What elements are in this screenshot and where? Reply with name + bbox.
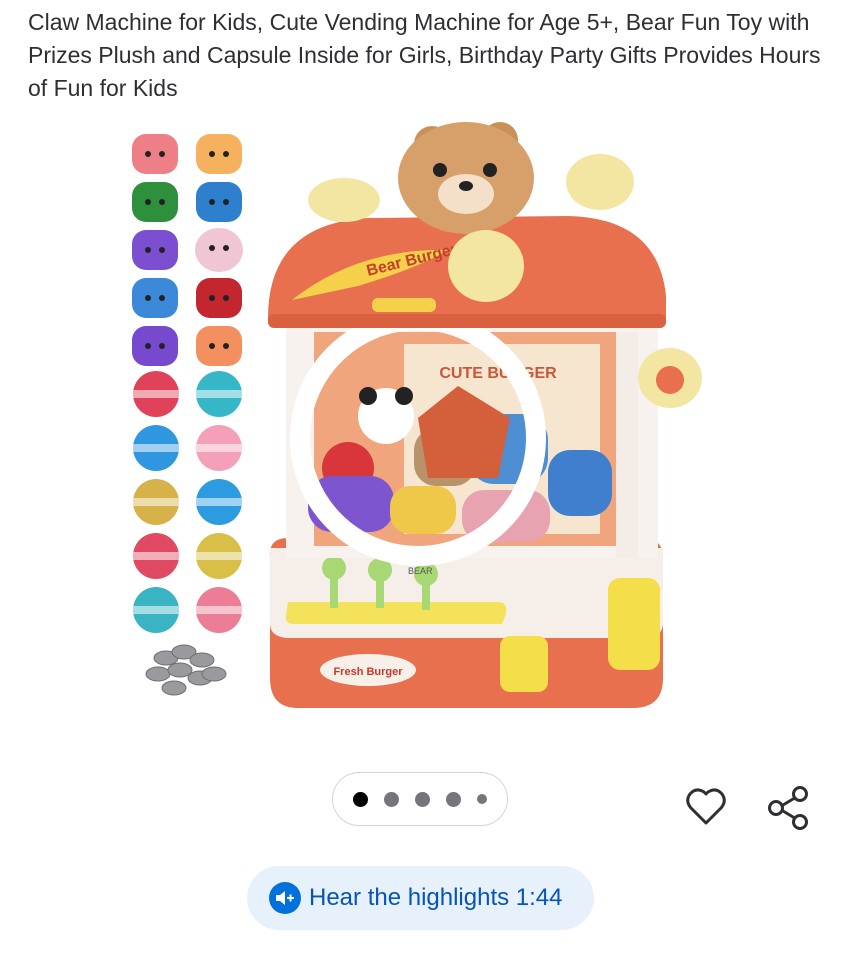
- audio-play-icon: [269, 882, 301, 914]
- base-label: Fresh Burger: [333, 666, 403, 678]
- coins: [145, 644, 227, 696]
- share-icon: [768, 786, 808, 830]
- product-title: Claw Machine for Kids, Cute Vending Mach…: [28, 9, 821, 101]
- image-carousel-indicator[interactable]: [332, 772, 508, 826]
- hear-highlights-button[interactable]: Hear the highlights 1:44: [247, 866, 594, 930]
- product-image[interactable]: Fresh Burger CUTE BURGER Bear Burger BEA…: [118, 118, 728, 730]
- carousel-dot-1[interactable]: [353, 791, 368, 807]
- panel-text: BEAR: [408, 566, 433, 576]
- capsules-column: [133, 371, 242, 633]
- favorite-button[interactable]: [683, 784, 729, 830]
- inner-sign: CUTE BURGER: [439, 365, 557, 382]
- share-button[interactable]: [764, 784, 812, 832]
- carousel-dot-2[interactable]: [384, 791, 399, 807]
- bear-topper: [398, 122, 534, 234]
- heart-outline-icon: [686, 788, 726, 825]
- carousel-dot-4[interactable]: [446, 791, 461, 807]
- claw-machine: Fresh Burger CUTE BURGER Bear Burger BEA…: [268, 122, 702, 708]
- plush-heads-column: [132, 134, 243, 366]
- hear-highlights-label: Hear the highlights 1:44: [309, 884, 563, 911]
- carousel-dot-3[interactable]: [415, 791, 430, 807]
- carousel-dot-5[interactable]: [477, 794, 487, 804]
